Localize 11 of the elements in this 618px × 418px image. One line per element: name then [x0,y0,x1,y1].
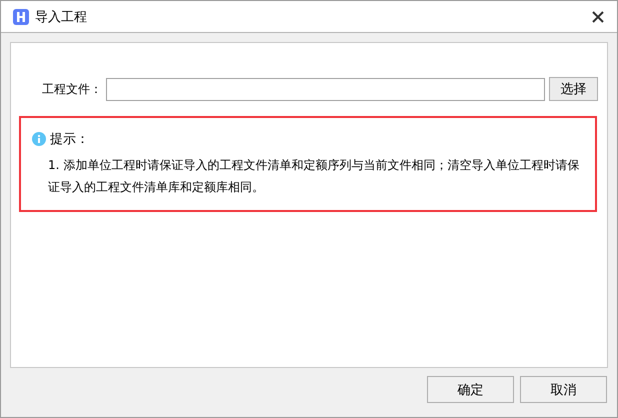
info-icon [32,132,46,146]
browse-button[interactable]: 选择 [549,77,598,101]
close-icon[interactable] [591,10,605,24]
notice-text: 1. 添加单位工程时请保证导入的工程文件清单和定额序列与当前文件相同；清空导入单位工程时请保证导入的工程文件清单库和定额库相同。 [47,157,580,196]
ok-button[interactable]: 确定 [427,376,514,403]
window-title: 导入工程 [35,8,88,26]
field-label: 工程文件： [42,80,102,98]
notice-title: 提示： [50,131,89,148]
file-path-field[interactable] [106,78,545,100]
app-logo-icon [13,8,29,24]
cancel-button[interactable]: 取消 [520,376,607,403]
